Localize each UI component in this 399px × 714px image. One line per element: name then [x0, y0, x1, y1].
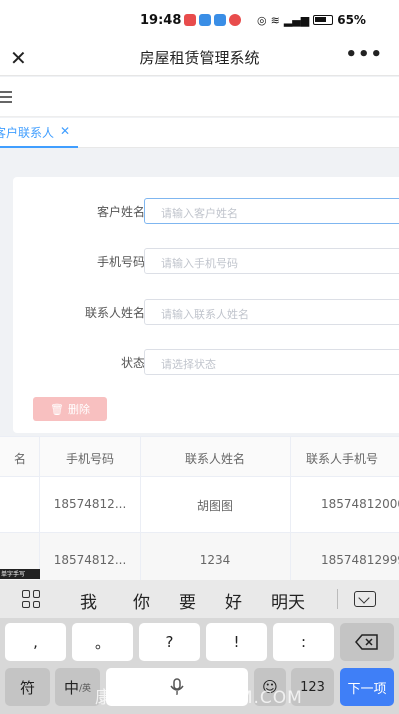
- column-header: 名: [13, 452, 26, 466]
- more-icon[interactable]: •••: [345, 44, 383, 65]
- key-colon[interactable]: :: [273, 623, 334, 661]
- table-cell: 18574812999: [321, 553, 399, 567]
- battery-percent: 65%: [337, 13, 366, 27]
- next-field-key[interactable]: 下一项: [340, 668, 394, 706]
- apps-grid-icon[interactable]: [22, 590, 40, 608]
- navbar: [0, 77, 399, 117]
- table-cell: 18574812000: [321, 497, 399, 511]
- lang-switch-key[interactable]: 中/英: [55, 668, 100, 706]
- delete-button-label: 删除: [67, 403, 90, 416]
- key-question[interactable]: ?: [139, 623, 200, 661]
- field-label: 联系人姓名: [84, 306, 145, 320]
- key-exclamation[interactable]: !: [206, 623, 267, 661]
- ime-candidate[interactable]: 明天: [271, 588, 305, 613]
- tab-close-icon[interactable]: ✕: [60, 124, 70, 146]
- table-cell: 18574812...: [53, 497, 127, 511]
- tab-label: 客户联系人: [0, 126, 55, 140]
- column-header: 联系人姓名: [184, 452, 245, 466]
- table-row[interactable]: 18574812... 胡图图 18574812000: [0, 477, 399, 533]
- tab-customer-contacts[interactable]: 客户联系人 ✕: [0, 118, 79, 148]
- ime-candidate-bar: 我 你 要 好 明天: [0, 580, 399, 618]
- app-notification-icon: [214, 14, 226, 26]
- ime-mode-label: 单字手写: [0, 569, 40, 579]
- system-icons: ◎ ≋ ▂▄▆ 65%: [257, 13, 366, 27]
- column-header: 联系人手机号: [306, 452, 379, 466]
- contacts-table: 名 手机号码 联系人姓名 联系人手机号 18574812... 胡图图 1857…: [0, 436, 399, 589]
- field-label: 状态: [120, 356, 145, 370]
- candidate-divider: [337, 589, 338, 609]
- ime-candidate[interactable]: 你: [133, 588, 150, 613]
- table-cell: 18574812...: [53, 553, 127, 567]
- form-row-status: 状态 请选择状态: [13, 349, 399, 375]
- status-bar: 19:48 ◎ ≋ ▂▄▆ 65%: [0, 0, 399, 40]
- field-label: 客户姓名: [96, 205, 145, 219]
- lang-switch-sub: /英: [78, 683, 92, 694]
- search-form: 客户姓名 请输入客户姓名 手机号码 请输入手机号码 联系人姓名 请输入联系人姓名…: [13, 177, 399, 433]
- title-bar: ✕ 房屋租赁管理系统 •••: [0, 40, 399, 76]
- contact-name-input[interactable]: 请输入联系人姓名: [144, 299, 399, 325]
- backspace-icon: [355, 634, 378, 650]
- column-header: 手机号码: [65, 452, 114, 466]
- notification-icons: [184, 14, 241, 26]
- status-time: 19:48: [140, 13, 182, 28]
- tags-view: 客户联系人 ✕: [0, 118, 399, 148]
- hamburger-icon[interactable]: [0, 91, 12, 103]
- field-label: 手机号码: [96, 255, 145, 269]
- table-cell: 1234: [199, 553, 231, 567]
- app-notification-icon: [229, 14, 241, 26]
- watermark: 康掌门 • KANGZM.COM: [95, 688, 303, 708]
- wifi-icon: ≋: [270, 13, 280, 27]
- phone-input[interactable]: 请输入手机号码: [144, 248, 399, 274]
- table-cell: 胡图图: [196, 499, 233, 513]
- backspace-key[interactable]: [340, 623, 394, 661]
- column-divider: [290, 436, 291, 580]
- battery-icon: [313, 15, 334, 25]
- key-period[interactable]: 。: [72, 623, 133, 661]
- delete-button[interactable]: 🗑 删除: [33, 397, 107, 421]
- collapse-keyboard-icon[interactable]: [354, 591, 376, 607]
- form-row-customer-name: 客户姓名 请输入客户姓名: [13, 198, 399, 224]
- app-notification-icon: [199, 14, 211, 26]
- form-row-phone: 手机号码 请输入手机号码: [13, 248, 399, 274]
- column-divider: [140, 436, 141, 580]
- signal-icon: ▂▄▆: [283, 13, 310, 27]
- app-notification-icon: [184, 14, 196, 26]
- key-comma[interactable]: ,: [5, 623, 66, 661]
- customer-name-input[interactable]: 请输入客户姓名: [144, 198, 399, 224]
- ime-candidate[interactable]: 好: [225, 588, 242, 613]
- ime-candidate[interactable]: 我: [80, 588, 97, 613]
- ime-candidate[interactable]: 要: [179, 588, 196, 613]
- page-title: 房屋租赁管理系统: [139, 49, 260, 67]
- column-divider: [39, 436, 40, 580]
- table-header: 名 手机号码 联系人姓名 联系人手机号: [0, 436, 399, 477]
- status-select[interactable]: 请选择状态: [144, 349, 399, 375]
- trash-icon: 🗑: [50, 402, 64, 416]
- lang-switch-label: 中: [63, 678, 79, 697]
- form-row-contact-name: 联系人姓名 请输入联系人姓名: [13, 299, 399, 325]
- nfc-icon: ◎: [257, 13, 267, 27]
- symbols-key[interactable]: 符: [5, 668, 50, 706]
